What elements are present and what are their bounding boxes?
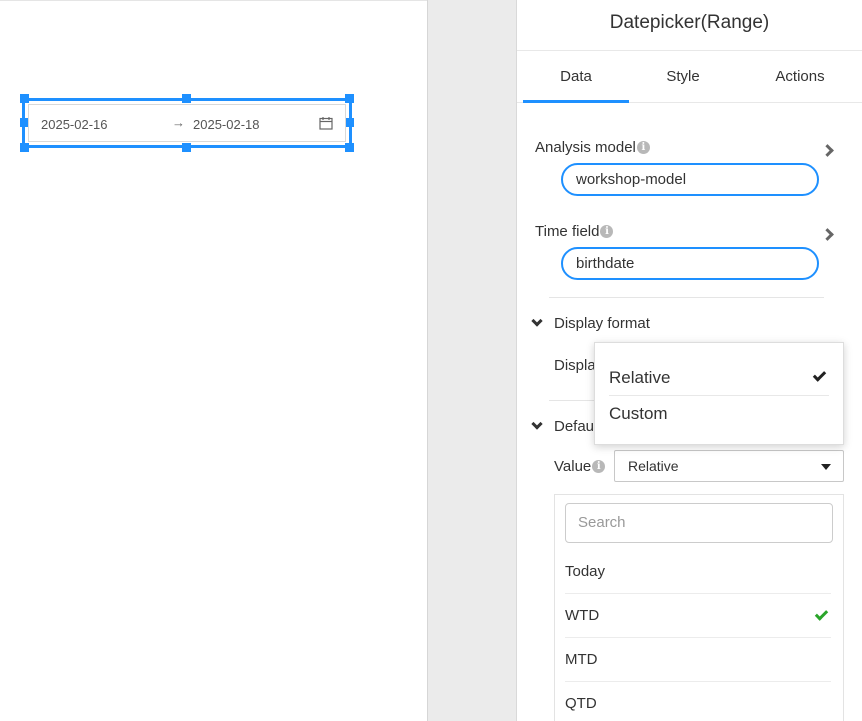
caret-down-icon (821, 464, 831, 470)
display-format-section[interactable]: Display format (554, 315, 650, 332)
list-item[interactable]: Today (565, 550, 831, 594)
resize-handle-middle-right[interactable] (345, 118, 354, 127)
display-format-field-label: Displa (554, 357, 596, 374)
chevron-right-icon[interactable] (821, 144, 834, 157)
time-field-label: Time field i (535, 223, 614, 240)
dropdown-option-custom[interactable]: Custom (609, 396, 829, 432)
analysis-model-label-text: Analysis model (535, 139, 636, 156)
value-select[interactable]: Relative (614, 450, 844, 482)
dropdown-option-label: Relative (609, 368, 671, 387)
list-item[interactable]: QTD (565, 682, 831, 721)
divider (549, 297, 824, 298)
range-start-date[interactable]: 2025-02-16 (41, 117, 108, 132)
time-field-label-text: Time field (535, 223, 600, 240)
resize-handle-top-right[interactable] (345, 94, 354, 103)
list-item[interactable]: MTD (565, 638, 831, 682)
value-label-text: Value (554, 458, 592, 475)
value-options-list: Search Today WTD MTD QTD (554, 494, 844, 721)
analysis-model-label: Analysis model i (535, 139, 650, 156)
range-end-date[interactable]: 2025-02-18 (193, 117, 260, 132)
dropdown-option-label: Custom (609, 404, 668, 423)
resize-handle-bottom-right[interactable] (345, 143, 354, 152)
canvas-gutter (428, 0, 516, 721)
list-item-label: Today (565, 563, 606, 580)
default-section[interactable]: Defau (554, 418, 594, 435)
dropdown-option-relative[interactable]: Relative (609, 360, 829, 396)
analysis-model-input[interactable]: workshop-model (561, 163, 819, 196)
info-icon[interactable]: i (600, 225, 614, 238)
resize-handle-bottom-left[interactable] (20, 143, 29, 152)
chevron-right-icon[interactable] (821, 228, 834, 241)
tab-data[interactable]: Data (523, 52, 629, 103)
time-field-input[interactable]: birthdate (561, 247, 819, 280)
list-item-label: QTD (565, 695, 597, 712)
chevron-down-icon[interactable] (531, 315, 543, 327)
range-arrow-icon: → (172, 115, 185, 130)
value-label: Value i (554, 458, 606, 475)
panel-tabs: Data Style Actions (517, 52, 862, 103)
chevron-down-icon[interactable] (531, 418, 543, 430)
list-item-label: MTD (565, 651, 598, 668)
value-select-text: Relative (628, 458, 679, 474)
info-icon[interactable]: i (592, 460, 606, 473)
resize-handle-top-center[interactable] (182, 94, 191, 103)
tab-actions[interactable]: Actions (747, 52, 853, 103)
resize-handle-bottom-center[interactable] (182, 143, 191, 152)
search-input[interactable]: Search (565, 503, 833, 543)
resize-handle-top-left[interactable] (20, 94, 29, 103)
tab-style[interactable]: Style (629, 52, 737, 103)
calendar-icon[interactable] (319, 116, 333, 130)
check-icon (814, 607, 829, 621)
list-item[interactable]: WTD (565, 594, 831, 638)
list-item-label: WTD (565, 607, 600, 624)
check-icon (812, 368, 827, 382)
panel-title: Datepicker(Range) (517, 0, 862, 51)
display-format-dropdown: Relative Custom (594, 342, 844, 445)
info-icon[interactable]: i (636, 141, 650, 154)
date-range-picker[interactable]: 2025-02-16 → 2025-02-18 (28, 104, 346, 142)
